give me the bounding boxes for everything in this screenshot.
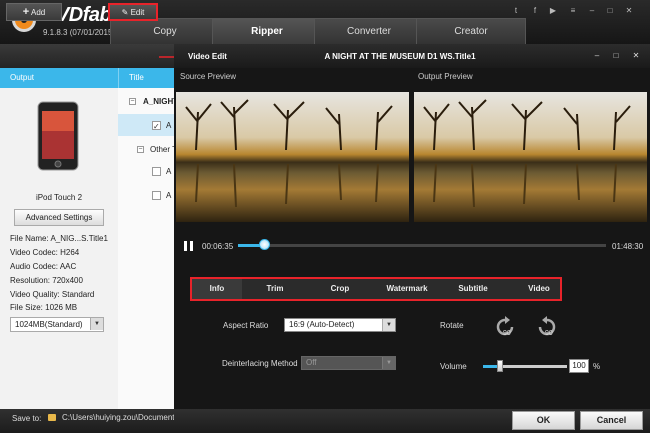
output-preview-label: Output Preview [418, 72, 473, 81]
plus-icon: + [22, 6, 30, 18]
volume-unit: % [593, 362, 601, 371]
source-preview-label: Source Preview [180, 72, 237, 81]
rotate-label: Rotate [440, 321, 464, 330]
toolbar [0, 44, 174, 68]
menu-icon[interactable]: ≡ [568, 6, 578, 16]
output-preview [414, 92, 647, 222]
collapse-icon[interactable]: – [137, 146, 144, 153]
device-name: iPod Touch 2 [35, 193, 83, 202]
title-checkbox-3[interactable] [152, 191, 161, 200]
aspect-ratio-select[interactable]: 16:9 (Auto-Detect) ▼ [284, 318, 396, 332]
info-file-size: File Size: 1026 MB [10, 303, 78, 312]
source-preview [176, 92, 409, 222]
progress-track[interactable] [238, 244, 606, 247]
tab-ripper[interactable]: Ripper [212, 18, 322, 44]
cancel-button[interactable]: Cancel [580, 411, 643, 430]
size-select-value: 1024MB(Standard) [15, 320, 83, 329]
version-label: 9.1.8.3 (07/01/2015) [43, 28, 116, 37]
close-icon[interactable]: ✕ [624, 6, 634, 16]
minimize-icon[interactable]: – [587, 6, 597, 16]
park-scene-image [423, 99, 631, 208]
maximize-icon[interactable]: □ [605, 6, 615, 16]
youtube-icon[interactable]: ▶ [548, 6, 558, 16]
sidebar-header: Output [0, 68, 118, 88]
title-checkbox-1[interactable]: ✓ [152, 121, 161, 131]
minimize-icon[interactable]: – [592, 51, 602, 61]
close-icon[interactable]: ✕ [631, 51, 641, 61]
rotate-left-button[interactable]: 90 [494, 316, 518, 340]
twitter-icon[interactable]: t [511, 6, 521, 16]
ok-button[interactable]: OK [512, 411, 575, 430]
save-to-label: Save to: [12, 414, 42, 423]
advanced-settings-button[interactable]: Advanced Settings [14, 209, 104, 226]
info-resolution: Resolution: 720x400 [10, 276, 83, 285]
ipod-device-image [37, 101, 79, 171]
title-group-2[interactable]: Other T [150, 145, 177, 154]
total-time: 01:48:30 [612, 242, 644, 251]
info-video-codec: Video Codec: H264 [10, 248, 80, 257]
edit-icon: ✎ [121, 8, 129, 17]
volume-input[interactable]: 100 [569, 359, 589, 373]
tab-creator[interactable]: Creator [416, 18, 526, 44]
current-time: 00:06:35 [202, 242, 234, 251]
tab-copy[interactable]: Copy [110, 18, 220, 44]
rotate-left-degrees: 90 [503, 330, 511, 337]
title-item-3: A [166, 191, 172, 200]
size-select[interactable]: 1024MB(Standard) ▼ [10, 317, 104, 332]
deinterlacing-value: Off [306, 358, 317, 367]
video-edit-title: A NIGHT AT THE MUSEUM D1 WS.Title1 [324, 52, 476, 61]
progress-knob[interactable] [258, 239, 270, 250]
tab-converter[interactable]: Converter [314, 18, 424, 44]
collapse-icon[interactable]: – [129, 98, 136, 105]
add-label: Add [30, 8, 46, 17]
aspect-ratio-value: 16:9 (Auto-Detect) [289, 320, 355, 329]
volume-knob[interactable] [496, 360, 503, 372]
edit-button[interactable]: ✎ Edit [108, 3, 158, 21]
edit-tabs-highlight [190, 277, 562, 301]
title-item-2: A [166, 167, 172, 176]
check-icon: ✓ [153, 122, 160, 131]
title-item-1: A [166, 121, 172, 130]
maximize-icon[interactable]: □ [611, 51, 621, 61]
deinterlacing-select: Off ▼ [301, 356, 396, 370]
aspect-ratio-label: Aspect Ratio [223, 321, 269, 330]
video-edit-label: Video Edit [188, 52, 227, 61]
chevron-down-icon: ▼ [382, 357, 395, 369]
pause-icon[interactable] [184, 241, 193, 251]
deinterlacing-label: Deinterlacing Method [222, 359, 298, 368]
title-group-1[interactable]: A_NIGHT [143, 97, 178, 106]
volume-label: Volume [440, 362, 467, 371]
chevron-down-icon: ▼ [382, 319, 395, 331]
info-audio-codec: Audio Codec: AAC [10, 262, 77, 271]
rotate-right-degrees: 90 [545, 330, 553, 337]
title-list-header: Title [118, 68, 174, 88]
folder-icon[interactable] [48, 414, 56, 421]
rotate-right-button[interactable]: 90 [536, 316, 560, 340]
park-scene-image [185, 99, 393, 208]
facebook-icon[interactable]: f [530, 6, 540, 16]
save-path[interactable]: C:\Users\huiying.zou\Document [62, 413, 174, 422]
chevron-down-icon: ▼ [90, 318, 103, 330]
edit-label: Edit [130, 8, 145, 17]
title-checkbox-2[interactable] [152, 167, 161, 176]
add-button[interactable]: + Add [6, 3, 62, 21]
info-file-name: File Name: A_NIG...S.Title1 [10, 234, 108, 243]
info-video-quality: Video Quality: Standard [10, 290, 95, 299]
